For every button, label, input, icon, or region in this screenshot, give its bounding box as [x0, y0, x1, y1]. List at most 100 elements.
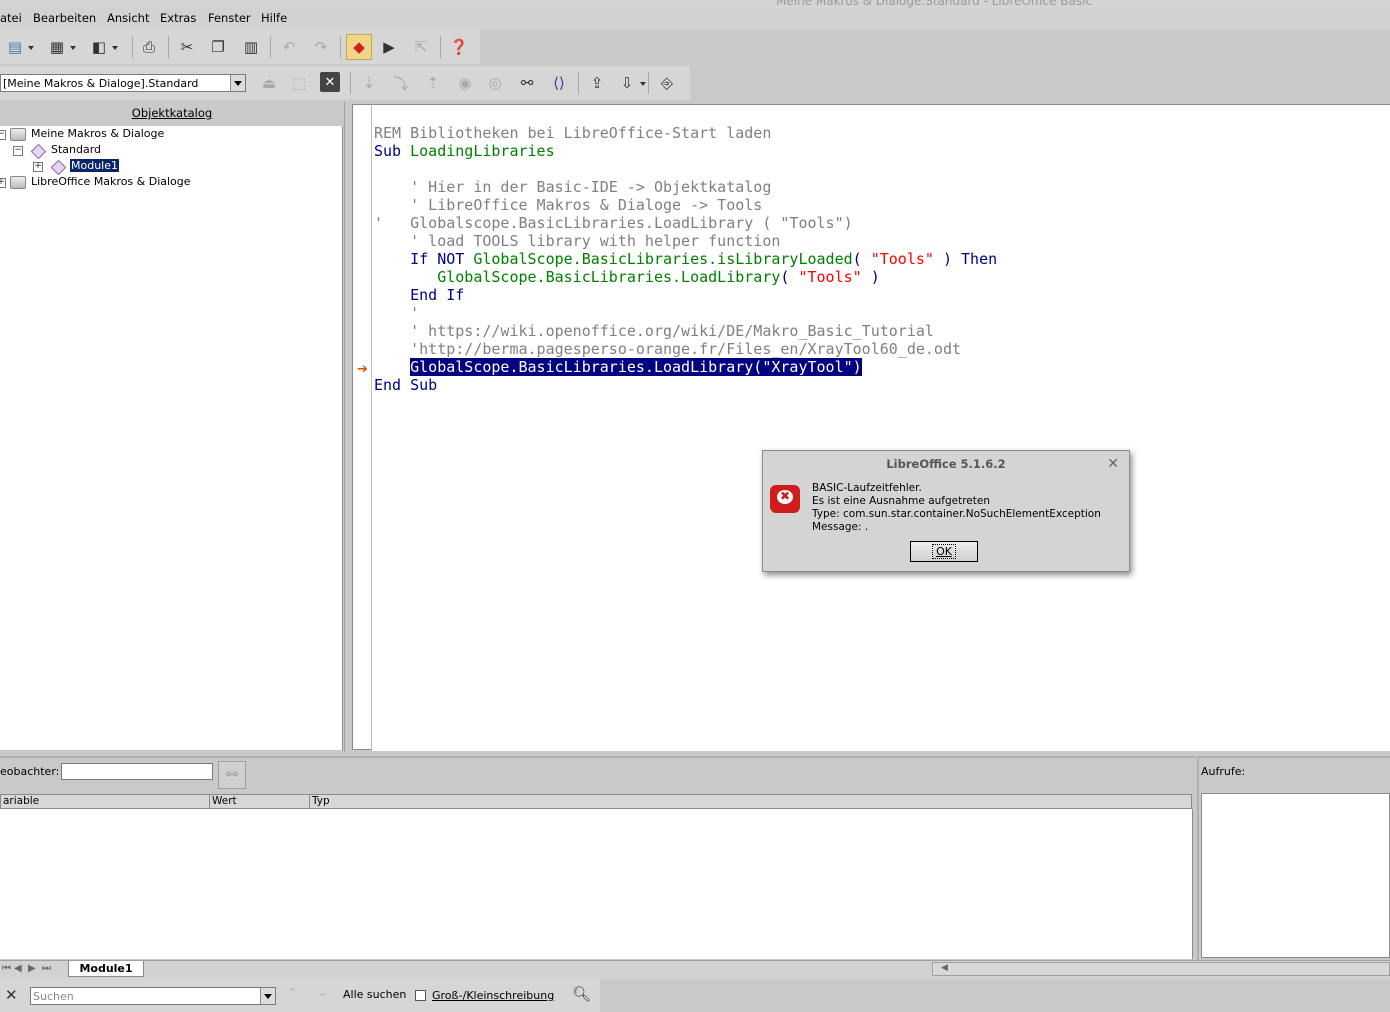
menu-datei[interactable]: atei — [0, 11, 22, 25]
code-token: ' LibreOffice Makros & Dialoge -> Tools — [374, 196, 763, 214]
library-select-value: [Meine Makros & Dialoge].Standard — [3, 77, 199, 90]
code-line: End Sub — [374, 376, 437, 394]
menu-ansicht[interactable]: Ansicht — [107, 11, 149, 25]
paste-icon[interactable]: ▥ — [240, 36, 262, 58]
match-case-checkbox[interactable] — [415, 990, 426, 1001]
collapse-icon[interactable]: − — [13, 146, 23, 156]
column-header-value[interactable]: Wert — [210, 795, 310, 808]
code-token: 'http://berma.pagesperso-orange.fr/Files… — [374, 340, 961, 358]
step-over-icon[interactable]: ⤵ — [390, 72, 412, 94]
find-replace-icon[interactable]: 🔍︎ — [572, 985, 591, 1003]
code-line: ' — [374, 304, 419, 322]
menu-extras[interactable]: Extras — [160, 11, 196, 25]
expand-icon[interactable]: − — [0, 130, 6, 140]
library-icon — [30, 143, 47, 160]
watch-list[interactable] — [0, 809, 1193, 959]
horizontal-scrollbar[interactable]: ◀ — [932, 962, 1390, 976]
remove-watch-glasses-icon[interactable]: ⚯ — [218, 761, 246, 789]
new-document-icon[interactable]: ▤ — [4, 36, 34, 58]
column-header-type[interactable]: Typ — [310, 795, 1191, 808]
tree-node-my-macros[interactable]: Meine Makros & Dialoge — [31, 127, 164, 143]
library-select[interactable]: [Meine Makros & Dialoge].Standard — [0, 74, 246, 92]
code-line: GlobalScope.BasicLibraries.LoadLibrary("… — [374, 358, 862, 376]
menu-hilfe[interactable]: Hilfe — [261, 11, 287, 25]
import-basic-icon[interactable]: ⇪ — [586, 72, 608, 94]
chevron-down-icon[interactable] — [230, 75, 245, 91]
export-basic-icon[interactable]: ⇩ — [616, 72, 646, 94]
run-icon[interactable]: ⬚ — [288, 72, 310, 94]
step-out-icon[interactable]: ⇡ — [422, 72, 444, 94]
copy-icon[interactable]: ❐ — [207, 36, 229, 58]
toolbar-separator — [440, 36, 441, 58]
code-line: REM Bibliotheken bei LibreOffice-Start l… — [374, 124, 771, 142]
code-token: End If — [374, 286, 465, 304]
breakpoint-icon[interactable]: ◉ — [454, 72, 476, 94]
calls-list[interactable] — [1201, 793, 1390, 958]
stop-icon[interactable]: ✕ — [320, 72, 340, 92]
menu-fenster[interactable]: Fenster — [208, 11, 251, 25]
shapes-icon[interactable]: ◆ — [346, 34, 372, 60]
highlighted-code: GlobalScope.BasicLibraries.LoadLibrary("… — [410, 358, 862, 376]
find-previous-icon[interactable]: ⌃ — [288, 986, 297, 999]
toolbar-separator — [132, 36, 133, 58]
compile-icon[interactable]: ⏏ — [258, 72, 280, 94]
undo-icon[interactable]: ↶ — [278, 36, 300, 58]
toolbar-separator — [168, 36, 169, 58]
first-tab-icon[interactable]: ⏮ — [2, 963, 11, 974]
close-findbar-icon[interactable]: ✕ — [5, 986, 18, 1004]
catalog-title: Objektkatalog — [131, 106, 213, 120]
expand-icon[interactable]: + — [33, 162, 43, 172]
save-icon[interactable]: ◧ — [88, 36, 118, 58]
help-icon[interactable]: ❓ — [448, 36, 470, 58]
prev-tab-icon[interactable]: ◀ — [14, 963, 22, 974]
breakpoint-gutter[interactable] — [352, 104, 372, 750]
code-line: GlobalScope.BasicLibraries.LoadLibrary( … — [374, 268, 880, 286]
toolbar-separator — [270, 36, 271, 58]
watch-glasses-icon[interactable]: ⚯ — [516, 72, 538, 94]
step-into-icon[interactable]: ⇣ — [358, 72, 380, 94]
find-input[interactable] — [33, 989, 259, 1003]
next-tab-icon[interactable]: ▶ — [28, 963, 36, 974]
column-header-variable[interactable]: ariable — [1, 795, 210, 808]
find-parentheses-icon[interactable]: ⟨⟩ — [548, 72, 570, 94]
code-line: ' LibreOffice Makros & Dialoge -> Tools — [374, 196, 762, 214]
code-token: ) Then — [933, 250, 998, 268]
code-editor[interactable]: REM Bibliotheken bei LibreOffice-Start l… — [372, 104, 1390, 751]
find-all-button[interactable]: Alle suchen — [343, 988, 406, 1001]
redo-icon[interactable]: ↷ — [310, 36, 332, 58]
match-case-label: Groß-/Kleinschreibung — [432, 989, 555, 1002]
code-token: GlobalScope.BasicLibraries.LoadLibrary — [374, 268, 781, 286]
last-tab-icon[interactable]: ⏭ — [42, 963, 51, 974]
macro-run-icon[interactable]: ▶ — [378, 36, 400, 58]
code-line: ' Hier in der Basic-IDE -> Objektkatalog — [374, 178, 771, 196]
tab-module1[interactable]: Module1 — [68, 961, 144, 977]
print-icon[interactable]: ⎙ — [138, 36, 160, 58]
toolbar-separator — [340, 36, 341, 58]
basic-macros-icon[interactable]: ⇱ — [410, 36, 432, 58]
cut-icon[interactable]: ✂ — [176, 36, 198, 58]
open-icon[interactable]: ▦ — [46, 36, 76, 58]
toolbar-separator — [350, 72, 351, 94]
code-token: LoadingLibraries — [410, 142, 555, 160]
code-line: If NOT GlobalScope.BasicLibraries.isLibr… — [374, 250, 997, 268]
code-line: End If — [374, 286, 464, 304]
scroll-left-icon[interactable]: ◀ — [941, 963, 948, 973]
find-combobox[interactable] — [30, 987, 276, 1005]
code-token: ( — [852, 250, 871, 268]
code-line: Sub LoadingLibraries — [374, 142, 555, 160]
tree-node-module1[interactable]: Module1 — [70, 159, 119, 175]
code-token: ' Globalscope.BasicLibraries.LoadLibrary… — [374, 214, 853, 232]
tree-node-standard[interactable]: Standard — [51, 143, 101, 159]
object-catalog-tree: − Meine Makros & Dialoge − Standard + Mo… — [0, 126, 343, 750]
expand-icon[interactable]: + — [0, 178, 6, 188]
tree-node-libreoffice-macros[interactable]: LibreOffice Makros & Dialoge — [31, 175, 191, 191]
chevron-down-icon[interactable] — [260, 988, 275, 1004]
close-icon[interactable]: ✕ — [1107, 456, 1119, 472]
watch-input[interactable] — [61, 763, 213, 780]
manage-breakpoints-icon[interactable]: ◎ — [484, 72, 506, 94]
library-container-icon — [10, 128, 26, 141]
insert-source-icon[interactable]: ⎆ — [656, 72, 678, 94]
ok-button[interactable]: OK — [910, 541, 978, 562]
menu-bearbeiten[interactable]: Bearbeiten — [33, 11, 96, 25]
find-next-icon[interactable]: ⌄ — [318, 986, 327, 999]
